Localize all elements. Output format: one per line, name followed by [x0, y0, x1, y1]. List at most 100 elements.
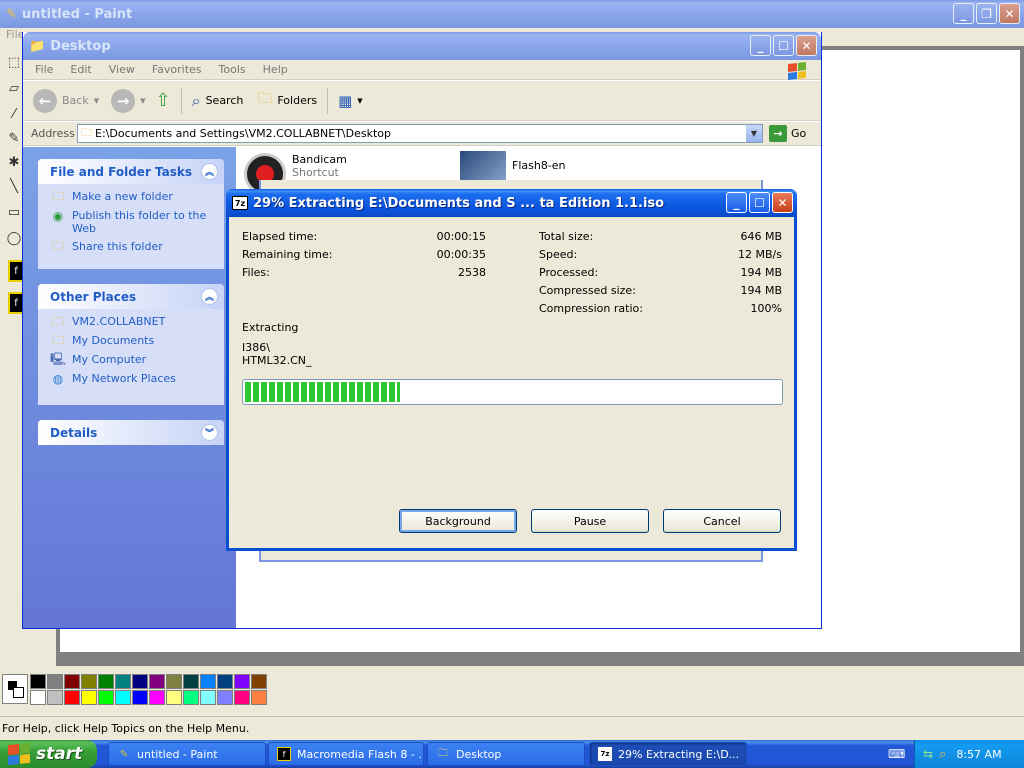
details-header[interactable]: Details ︾ — [38, 420, 224, 445]
color-swatch[interactable] — [200, 690, 216, 705]
color-swatch[interactable] — [81, 674, 97, 689]
line-icon[interactable]: ╲ — [4, 176, 24, 196]
search-button[interactable]: ⌕ Search — [192, 91, 244, 111]
color-swatch[interactable] — [132, 674, 148, 689]
color-picker-icon[interactable]: ⁄ — [4, 104, 24, 124]
up-folder-button[interactable]: ⇧ — [156, 90, 171, 111]
menu-tools[interactable]: Tools — [219, 63, 246, 79]
color-swatch[interactable] — [98, 674, 114, 689]
taskbar-item-desktop[interactable]: 🗀 Desktop — [427, 742, 585, 766]
go-arrow-icon: → — [769, 125, 787, 142]
color-swatch[interactable] — [200, 674, 216, 689]
address-dropdown-button[interactable]: ▼ — [745, 125, 762, 142]
keyboard-icon[interactable]: ⌨ — [888, 747, 905, 761]
place-my-network[interactable]: ◍ My Network Places — [50, 372, 224, 386]
menu-edit[interactable]: Edit — [70, 63, 91, 79]
clock[interactable]: 8:57 AM — [956, 748, 1001, 761]
total-size-label: Total size: — [539, 230, 594, 243]
explorer-title-bar[interactable]: 📁 Desktop _ ☐ ✕ — [23, 32, 821, 60]
address-input[interactable]: 🗀 E:\Documents and Settings\VM2.COLLABNE… — [77, 124, 763, 143]
start-button[interactable]: start — [0, 740, 97, 768]
color-swatch[interactable] — [251, 690, 267, 705]
folder-icon: 📁 — [29, 38, 46, 54]
menu-file[interactable]: File — [35, 63, 53, 79]
color-swatch[interactable] — [30, 690, 46, 705]
cancel-button[interactable]: Cancel — [663, 509, 781, 533]
taskbar-item-label: 29% Extracting E:\D... — [618, 747, 740, 761]
color-swatch[interactable] — [81, 690, 97, 705]
expand-icon[interactable]: ︾ — [201, 424, 218, 441]
task-share-folder[interactable]: 🗀 Share this folder — [50, 239, 224, 254]
eraser-icon[interactable]: ▱ — [4, 78, 24, 98]
color-swatch[interactable] — [251, 674, 267, 689]
menu-favorites[interactable]: Favorites — [152, 63, 202, 79]
extract-close-button[interactable]: ✕ — [772, 192, 793, 213]
place-my-documents[interactable]: 🗀 My Documents — [50, 332, 224, 348]
address-bar: Address 🗀 E:\Documents and Settings\VM2.… — [23, 122, 821, 146]
free-select-icon[interactable]: ⬚ — [4, 52, 24, 72]
search-tray-icon[interactable]: ⌕ — [939, 747, 946, 762]
color-swatch[interactable] — [149, 674, 165, 689]
taskbar-item-flash[interactable]: f Macromedia Flash 8 - ... — [268, 742, 424, 766]
extract-title-bar[interactable]: 7z 29% Extracting E:\Documents and S ...… — [226, 189, 797, 217]
place-my-computer[interactable]: 🖳 My Computer — [50, 352, 224, 367]
paint-icon: ✎ — [119, 748, 129, 760]
files-label: Files: — [242, 266, 270, 279]
taskbar-item-extract[interactable]: 7z 29% Extracting E:\D... — [589, 742, 747, 766]
place-user-folder[interactable]: 🗀 VM2.COLLABNET — [50, 314, 224, 329]
collapse-icon[interactable]: ︽ — [201, 163, 218, 180]
color-swatch[interactable] — [115, 690, 131, 705]
close-icon: ✕ — [777, 195, 788, 210]
network-tray-icon[interactable]: ⇆ — [923, 747, 933, 761]
color-swatch[interactable] — [115, 674, 131, 689]
color-swatch[interactable] — [30, 674, 46, 689]
color-swatch[interactable] — [217, 690, 233, 705]
color-swatch[interactable] — [183, 690, 199, 705]
file-folder-tasks-header[interactable]: File and Folder Tasks ︽ — [38, 159, 224, 184]
go-button[interactable]: → Go — [769, 125, 806, 142]
paint-minimize-button[interactable]: _ — [953, 3, 974, 24]
forward-button[interactable]: → ▼ — [111, 88, 146, 113]
background-button[interactable]: Background — [399, 509, 517, 533]
color-swatch[interactable] — [132, 690, 148, 705]
menu-view[interactable]: View — [109, 63, 135, 79]
color-swatch[interactable] — [234, 674, 250, 689]
menu-help[interactable]: Help — [263, 63, 288, 79]
color-swatch[interactable] — [234, 690, 250, 705]
pause-button[interactable]: Pause — [531, 509, 649, 533]
airbrush-icon[interactable]: ✱ — [4, 152, 24, 172]
color-swatch[interactable] — [166, 690, 182, 705]
explorer-minimize-button[interactable]: _ — [750, 35, 771, 56]
extract-minimize-button[interactable]: _ — [726, 192, 747, 213]
color-swatch[interactable] — [47, 674, 63, 689]
documents-folder-icon: 🗀 — [51, 332, 64, 347]
rectangle-icon[interactable]: ▭ — [4, 202, 24, 222]
folders-button[interactable]: 🗀 Folders — [257, 88, 317, 113]
color-swatch[interactable] — [98, 690, 114, 705]
paint-close-button[interactable]: ✕ — [999, 3, 1020, 24]
paint-restore-button[interactable]: ❐ — [976, 3, 997, 24]
ellipse-icon[interactable]: ◯ — [4, 228, 24, 248]
processed-label: Processed: — [539, 266, 599, 279]
explorer-maximize-button[interactable]: ☐ — [773, 35, 794, 56]
task-make-new-folder[interactable]: 🗀 Make a new folder — [50, 189, 224, 204]
color-swatch[interactable] — [64, 690, 80, 705]
explorer-toolbar: ← Back ▼ → ▼ ⇧ ⌕ Search 🗀 Folders ▦ ▼ — [23, 81, 821, 121]
task-publish-folder[interactable]: ◉ Publish this folder to the Web — [50, 209, 224, 235]
taskbar-item-paint[interactable]: ✎ untitled - Paint — [108, 742, 266, 766]
color-swatch[interactable] — [166, 674, 182, 689]
back-button[interactable]: ← Back ▼ — [33, 88, 100, 113]
color-swatch[interactable] — [149, 690, 165, 705]
color-swatch[interactable] — [217, 674, 233, 689]
paint-title-bar[interactable]: ✎ untitled - Paint _ ❐ ✕ — [0, 0, 1024, 28]
other-places-header[interactable]: Other Places ︽ — [38, 284, 224, 309]
color-swatch[interactable] — [47, 690, 63, 705]
color-swatch[interactable] — [183, 674, 199, 689]
pencil-icon[interactable]: ✎ — [4, 128, 24, 148]
color-swatch[interactable] — [64, 674, 80, 689]
explorer-close-button[interactable]: ✕ — [796, 35, 817, 56]
chevron-down-icon: ▼ — [93, 96, 100, 105]
collapse-icon[interactable]: ︽ — [201, 288, 218, 305]
views-button[interactable]: ▦ ▼ — [338, 92, 363, 110]
extract-maximize-button[interactable]: ☐ — [749, 192, 770, 213]
